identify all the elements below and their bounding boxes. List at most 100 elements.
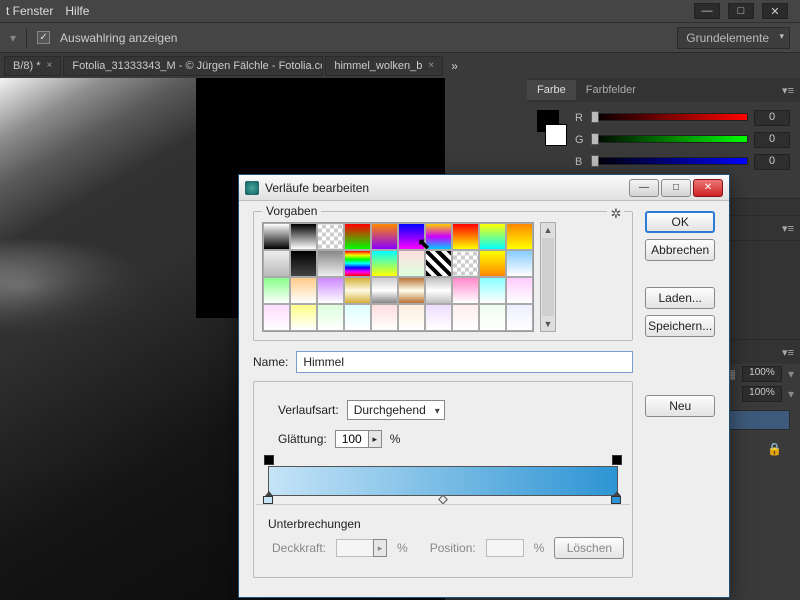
preset-swatch[interactable]	[263, 304, 290, 331]
preset-swatch[interactable]	[290, 304, 317, 331]
gradient-bar[interactable]	[268, 466, 618, 496]
preset-swatch[interactable]	[425, 250, 452, 277]
dialog-titlebar[interactable]: Verläufe bearbeiten — □ ✕	[239, 175, 729, 201]
tab-farbe[interactable]: Farbe	[527, 80, 576, 100]
preset-swatch[interactable]	[317, 223, 344, 250]
presets-label: Vorgaben	[262, 204, 321, 218]
preset-swatch[interactable]	[506, 277, 533, 304]
preset-swatch[interactable]	[452, 277, 479, 304]
preset-swatch[interactable]	[290, 223, 317, 250]
close-icon[interactable]: ×	[47, 60, 53, 71]
color-stop-right[interactable]	[611, 496, 623, 508]
preset-swatch[interactable]	[479, 277, 506, 304]
fill-input[interactable]: 100%	[742, 386, 782, 402]
preset-swatch[interactable]	[344, 277, 371, 304]
preset-swatch[interactable]	[317, 250, 344, 277]
delete-stop-button: Löschen	[554, 537, 624, 559]
new-button[interactable]: Neu	[645, 395, 715, 417]
close-button[interactable]: ✕	[762, 3, 788, 19]
preset-swatch[interactable]	[425, 277, 452, 304]
preset-swatch[interactable]	[452, 223, 479, 250]
preset-swatch[interactable]	[506, 304, 533, 331]
preset-swatch[interactable]	[425, 223, 452, 250]
load-button[interactable]: Laden...	[645, 287, 715, 309]
preset-swatch[interactable]	[344, 304, 371, 331]
smooth-stepper[interactable]: ▸	[368, 430, 382, 448]
input-r[interactable]: 0	[754, 110, 790, 126]
dialog-maximize[interactable]: □	[661, 179, 691, 197]
opacity-stop-left[interactable]	[264, 455, 274, 465]
ok-button[interactable]: OK	[645, 211, 715, 233]
preset-swatch[interactable]	[425, 304, 452, 331]
close-icon[interactable]: ×	[428, 60, 434, 71]
doc-tab-2[interactable]: Fotolia_31333343_M - © Jürgen Fälchle - …	[63, 56, 323, 76]
preset-swatch[interactable]	[371, 223, 398, 250]
smooth-input[interactable]	[335, 430, 369, 448]
auswahlring-checkbox[interactable]: ✓	[37, 31, 50, 44]
menu-hilfe[interactable]: Hilfe	[65, 4, 89, 18]
panel-menu-icon[interactable]: ▾≡	[776, 84, 800, 97]
input-b[interactable]: 0	[754, 154, 790, 170]
preset-swatch[interactable]	[344, 223, 371, 250]
color-stop-left[interactable]	[263, 496, 275, 508]
auswahlring-label: Auswahlring anzeigen	[60, 31, 177, 45]
preset-swatch[interactable]	[452, 250, 479, 277]
type-select[interactable]: Durchgehend	[347, 400, 445, 420]
preset-scrollbar[interactable]: ▲ ▼	[540, 222, 556, 332]
opacity-input[interactable]: 100%	[742, 366, 782, 382]
slider-b[interactable]	[591, 157, 748, 167]
foreground-background-swatch[interactable]	[537, 110, 567, 170]
menubar: t Fenster Hilfe — □ ✕	[0, 0, 800, 22]
tab-farbfelder[interactable]: Farbfelder	[576, 80, 646, 100]
menu-fenster[interactable]: t Fenster	[6, 4, 53, 18]
preset-swatch[interactable]	[317, 304, 344, 331]
dialog-close[interactable]: ✕	[693, 179, 723, 197]
gear-icon[interactable]: ✲	[607, 206, 624, 222]
save-button[interactable]: Speichern...	[645, 315, 715, 337]
cancel-button[interactable]: Abbrechen	[645, 239, 715, 261]
preset-swatch[interactable]	[398, 277, 425, 304]
scroll-down-icon[interactable]: ▼	[541, 317, 555, 331]
stop-position-input	[486, 539, 524, 557]
midpoint-handle[interactable]	[438, 495, 448, 505]
preset-swatch[interactable]	[479, 250, 506, 277]
input-g[interactable]: 0	[754, 132, 790, 148]
slider-r[interactable]	[591, 113, 748, 123]
preset-swatch[interactable]	[398, 304, 425, 331]
scroll-up-icon[interactable]: ▲	[541, 223, 555, 237]
slider-g[interactable]	[591, 135, 748, 145]
opacity-stop-right[interactable]	[612, 455, 622, 465]
preset-swatch[interactable]	[290, 250, 317, 277]
workspace-dropdown[interactable]: Grundelemente	[677, 27, 790, 49]
preset-swatch[interactable]	[371, 250, 398, 277]
doc-tab-1[interactable]: B/8) *×	[4, 56, 61, 76]
maximize-button[interactable]: □	[728, 3, 754, 19]
preset-swatch[interactable]	[263, 223, 290, 250]
preset-swatch[interactable]	[263, 277, 290, 304]
panel-menu-icon[interactable]: ▾≡	[776, 222, 800, 235]
preset-swatch[interactable]	[479, 304, 506, 331]
preset-grid	[262, 222, 534, 332]
preset-swatch[interactable]	[479, 223, 506, 250]
minimize-button[interactable]: —	[694, 3, 720, 19]
preset-swatch[interactable]	[398, 223, 425, 250]
preset-swatch[interactable]	[317, 277, 344, 304]
name-input[interactable]	[296, 351, 633, 373]
preset-swatch[interactable]	[506, 223, 533, 250]
preset-swatch[interactable]	[506, 250, 533, 277]
doc-tab-3[interactable]: himmel_wolken_b×	[325, 56, 443, 76]
name-label: Name:	[253, 355, 288, 369]
app-icon	[245, 181, 259, 195]
panel-menu-icon[interactable]: ▾≡	[776, 346, 800, 359]
preset-swatch[interactable]	[398, 250, 425, 277]
preset-swatch[interactable]	[290, 277, 317, 304]
preset-swatch[interactable]	[371, 304, 398, 331]
dialog-minimize[interactable]: —	[629, 179, 659, 197]
presets-group: Vorgaben ✲ ▲ ▼	[253, 211, 633, 341]
document-tabs: B/8) *× Fotolia_31333343_M - © Jürgen Fä…	[0, 52, 800, 78]
preset-swatch[interactable]	[344, 250, 371, 277]
preset-swatch[interactable]	[452, 304, 479, 331]
preset-swatch[interactable]	[263, 250, 290, 277]
preset-swatch[interactable]	[371, 277, 398, 304]
tabs-overflow-icon[interactable]: »	[445, 59, 464, 73]
